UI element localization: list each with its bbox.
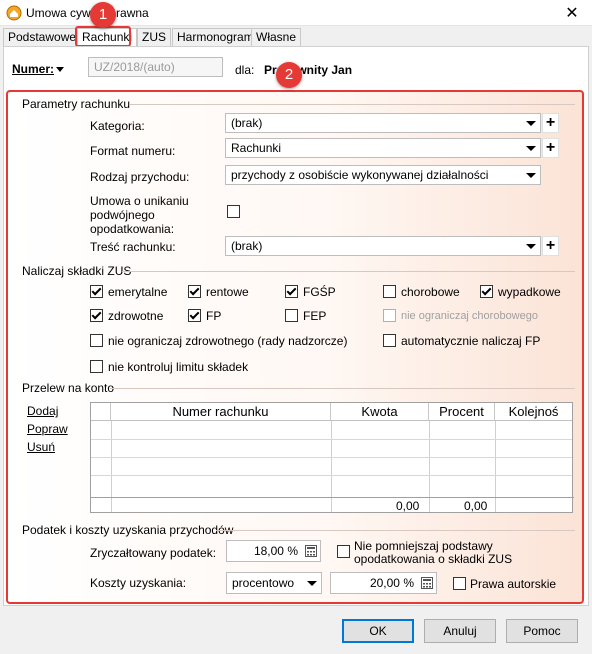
nie-ograniczaj-zdrowotnego-checkbox[interactable] [90,334,103,347]
group-divider [122,271,575,272]
nie-kontroluj-label: nie kontroluj limitu składek [108,360,249,374]
calculator-icon[interactable] [305,545,317,557]
emerytalne-label: emerytalne [108,285,168,299]
calculator-icon[interactable] [421,577,433,589]
fep-label: FEP [303,309,327,323]
prawa-autorskie-checkbox[interactable] [453,577,466,590]
rentowe-checkbox[interactable] [188,285,201,298]
wypadkowe-label: wypadkowe [498,285,561,299]
app-icon [6,5,22,21]
nie-ograniczaj-chorobowego-checkbox[interactable] [383,309,396,322]
chevron-down-icon [526,121,536,126]
usun-link[interactable]: Usuń [27,440,55,454]
group-divider [216,530,575,531]
tresc-label: Treść rachunku: [90,240,176,254]
chevron-down-icon [526,173,536,178]
zryczaltowany-input[interactable]: 18,00 % [226,540,321,562]
dodaj-link[interactable]: Dodaj [27,404,58,418]
chevron-down-icon [56,67,65,73]
zryczaltowany-label: Zryczałtowany podatek: [90,546,217,560]
group-parametry-title: Parametry rachunku [22,97,131,111]
automatycznie-fp-checkbox[interactable] [383,334,396,347]
format-numeru-select[interactable]: Rachunki [225,138,541,158]
rodzaj-przychodu-select[interactable]: przychody z osobiście wykonywanej działa… [225,165,541,185]
group-podatek-title: Podatek i koszty uzyskania przychodów [22,523,234,537]
fp-checkbox[interactable] [188,309,201,322]
grid-line [91,475,572,476]
popraw-link[interactable]: Popraw [27,422,68,436]
pomoc-button[interactable]: Pomoc [506,619,578,643]
nie-pomniejszaj-label: Nie pomniejszaj podstawy opodatkowania o… [354,539,513,566]
rodzaj-przychodu-label: Rodzaj przychodu: [90,170,190,184]
kategoria-select[interactable]: (brak) [225,113,541,133]
callout-badge: 1 [90,2,116,28]
wypadkowe-checkbox[interactable] [480,285,493,298]
nie-kontroluj-checkbox[interactable] [90,360,103,373]
automatycznie-fp-label: automatycznie naliczaj FP [401,334,541,348]
add-tresc-button[interactable]: + [542,236,559,256]
zdrowotne-label: zdrowotne [108,309,164,323]
ok-button[interactable]: OK [342,619,414,643]
chevron-down-icon [526,244,536,249]
grid-line [91,439,572,440]
grid-line [111,421,112,512]
umowa-label: Umowa o unikaniu podwójnego opodatkowani… [90,194,189,236]
umowa-checkbox[interactable] [227,205,240,218]
kategoria-label: Kategoria: [90,119,145,133]
numer-field[interactable]: UZ/2018/(auto) [88,57,223,77]
column-header[interactable]: Kwota [331,403,429,421]
numer-dropdown-button[interactable]: Numer: [12,62,65,76]
chorobowe-label: chorobowe [401,285,460,299]
chevron-down-icon [526,146,536,151]
grid-line [331,421,332,512]
koszty-type-select[interactable]: procentowo [226,572,322,594]
column-header[interactable]: Kolejnoś [495,403,572,421]
chevron-down-icon [307,581,317,586]
fp-label: FP [206,309,222,323]
group-divider [130,104,575,105]
tab-highlight [75,26,131,47]
group-zus-title: Naliczaj składki ZUS [22,264,132,278]
nie-ograniczaj-chorobowego-label: nie ograniczaj chorobowego [401,310,538,322]
chorobowe-checkbox[interactable] [383,285,396,298]
fgsp-label: FGŚP [303,285,336,299]
callout-badge: 2 [276,62,302,88]
group-przelew-title: Przelew na konto [22,381,115,395]
dla-label: dla: [235,63,255,77]
grid-line [91,457,572,458]
column-header[interactable]: Procent [429,403,495,421]
grid-line [495,421,496,512]
konta-table[interactable]: Numer rachunku Kwota Procent Kolejnoś 0,… [90,402,574,513]
add-format-button[interactable]: + [542,138,559,158]
window-title: Umowa cywilnoprawna [26,6,149,20]
prawa-autorskie-label: Prawa autorskie [470,577,557,591]
close-icon[interactable]: ✕ [562,3,582,23]
table-row-indicator-header [91,403,111,421]
add-kategoria-button[interactable]: + [542,113,559,133]
grid-line [429,421,430,512]
grid-footer-line [91,497,574,498]
koszty-value-input[interactable]: 20,00 % [330,572,437,594]
sum-kwota: 0,00 [396,499,420,513]
koszty-label: Koszty uzyskania: [90,576,187,590]
nie-ograniczaj-zdrowotnego-label: nie ograniczaj zdrowotnego (rady nadzorc… [108,334,348,348]
group-divider [110,388,575,389]
tab-podstawowe[interactable]: Podstawowe [3,28,82,46]
fep-checkbox[interactable] [285,309,298,322]
tab-zus[interactable]: ZUS [137,28,171,46]
tresc-select[interactable]: (brak) [225,236,541,256]
title-bar: Umowa cywilnoprawna ✕ [0,0,592,26]
format-numeru-label: Format numeru: [90,144,176,158]
tab-wlasne[interactable]: Własne [251,28,302,46]
rentowe-label: rentowe [206,285,249,299]
fgsp-checkbox[interactable] [285,285,298,298]
emerytalne-checkbox[interactable] [90,285,103,298]
anuluj-button[interactable]: Anuluj [424,619,496,643]
nie-pomniejszaj-checkbox[interactable] [337,545,350,558]
column-header[interactable]: Numer rachunku [111,403,331,421]
sum-procent: 0,00 [464,499,488,513]
zdrowotne-checkbox[interactable] [90,309,103,322]
tab-harmonogram[interactable]: Harmonogram [172,28,259,46]
